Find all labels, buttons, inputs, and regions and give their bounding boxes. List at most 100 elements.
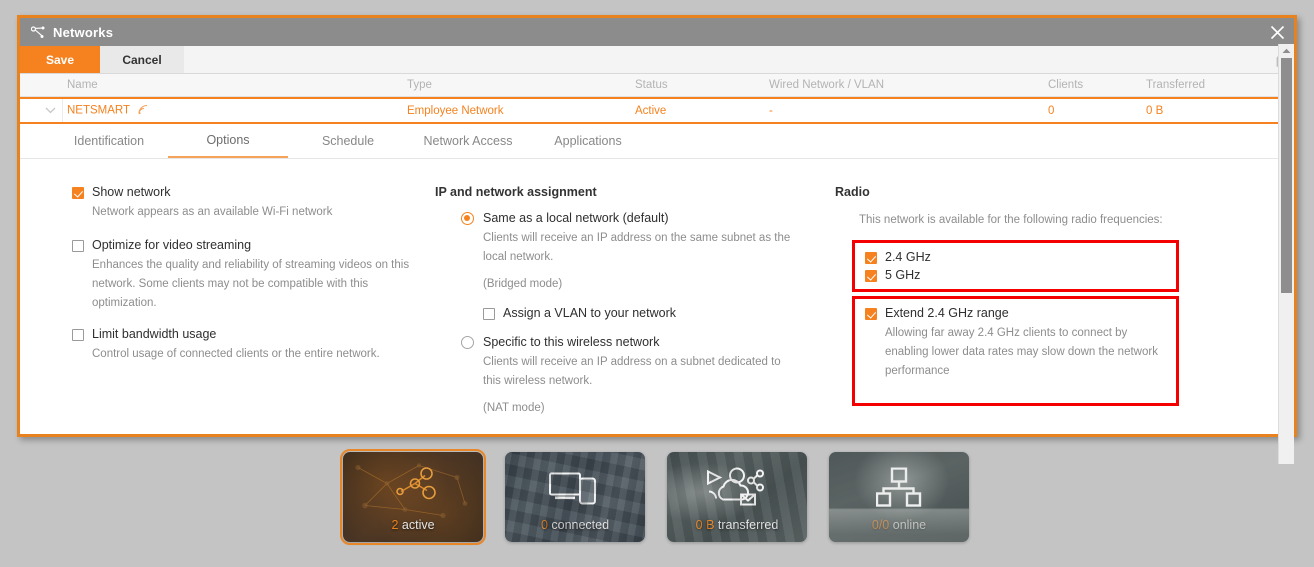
tile-active-networks[interactable]: 2 active (340, 449, 486, 545)
frequency-5ghz-checkbox[interactable] (865, 270, 877, 282)
frequency-5ghz-label: 5 GHz (885, 268, 921, 282)
modal-titlebar: Networks (20, 18, 1294, 46)
option-assign-vlan: Assign a VLAN to your network (483, 306, 835, 320)
table-header: Name Type Status Wired Network / VLAN Cl… (20, 74, 1294, 97)
wifi-icon (138, 104, 149, 117)
option-specific-wireless: Specific to this wireless network (461, 335, 835, 349)
tab-schedule[interactable]: Schedule (288, 124, 408, 158)
radio-frequencies-highlight: 2.4 GHz 5 GHz (852, 240, 1179, 292)
network-nodes-icon (30, 24, 46, 40)
radio-column: Radio This network is available for the … (835, 185, 1235, 464)
nat-mode-note: (NAT mode) (483, 402, 545, 414)
tab-applications[interactable]: Applications (528, 124, 648, 158)
specific-wireless-label: Specific to this wireless network (483, 335, 660, 349)
modal-title: Networks (53, 24, 114, 40)
table-row[interactable]: NETSMART Employee Network Active - 0 0 B (20, 97, 1294, 124)
column-header-vlan: Wired Network / VLAN (769, 79, 885, 91)
tile-online-label: 0/0 online (829, 518, 969, 532)
tab-options[interactable]: Options (168, 124, 288, 158)
tile-transferred-count: 0 B (695, 518, 715, 532)
cloud-share-icon (705, 467, 769, 512)
close-icon[interactable] (1260, 18, 1294, 46)
network-graph-icon (353, 453, 473, 526)
row-vlan-cell: - (769, 104, 773, 117)
tab-bar: Identification Options Schedule Network … (20, 124, 1294, 159)
same-local-network-description: Clients will receive an IP address on th… (483, 232, 791, 263)
row-type-cell: Employee Network (407, 104, 504, 117)
topology-icon (875, 467, 922, 512)
ip-assignment-column: IP and network assignment Same as a loca… (435, 185, 835, 464)
tile-transferred[interactable]: 0 B transferred (667, 452, 807, 542)
same-local-network-radio[interactable] (461, 212, 474, 225)
row-transferred-cell: 0 B (1146, 104, 1164, 117)
option-same-local-network: Same as a local network (default) (461, 211, 835, 225)
specific-wireless-description: Clients will receive an IP address on a … (483, 356, 781, 387)
tile-transferred-label: 0 B transferred (667, 518, 807, 532)
option-24ghz: 2.4 GHz (865, 250, 1166, 264)
row-status-cell: Active (635, 104, 667, 117)
assign-vlan-checkbox[interactable] (483, 308, 495, 320)
column-header-transferred: Transferred (1146, 79, 1206, 91)
tile-connected-count: 0 (540, 518, 548, 532)
tile-active-count: 2 (391, 518, 399, 532)
options-panel: Show network Network appears as an avail… (20, 44, 1294, 464)
tile-connected-label: 0 connected (505, 518, 645, 532)
optimize-video-checkbox[interactable] (72, 240, 84, 252)
column-header-type: Type (407, 79, 432, 91)
scrollbar-thumb[interactable] (1281, 58, 1292, 293)
extend-range-highlight: Extend 2.4 GHz range Allowing far away 2… (852, 296, 1179, 406)
show-network-checkbox[interactable] (72, 187, 84, 199)
radio-subtitle: This network is available for the follow… (859, 214, 1163, 226)
tile-online-text: online (892, 518, 927, 532)
tile-active-text: active (401, 518, 435, 532)
ip-assignment-title: IP and network assignment (435, 185, 597, 199)
status-tiles: 2 active 0 connected 0 B transferred 0/0… (340, 449, 969, 545)
column-header-clients: Clients (1048, 79, 1084, 91)
option-optimize-video: Optimize for video streaming Enhances th… (72, 238, 435, 313)
tile-devices-online[interactable]: 0/0 online (829, 452, 969, 542)
option-limit-bandwidth: Limit bandwidth usage Control usage of c… (72, 327, 435, 364)
tab-network-access[interactable]: Network Access (408, 124, 528, 158)
devices-icon (549, 470, 601, 509)
tile-transferred-text: transferred (717, 518, 779, 532)
limit-bandwidth-label: Limit bandwidth usage (92, 327, 217, 341)
show-network-description: Network appears as an available Wi-Fi ne… (92, 206, 333, 218)
same-local-network-label: Same as a local network (default) (483, 211, 669, 225)
option-5ghz: 5 GHz (865, 268, 1166, 282)
show-network-label: Show network (92, 185, 171, 199)
tile-veil (829, 452, 969, 542)
frequency-24ghz-checkbox[interactable] (865, 252, 877, 264)
extend-range-checkbox[interactable] (865, 308, 877, 320)
row-name-cell: NETSMART (67, 104, 149, 117)
modal-toolbar: Save Cancel (20, 46, 1294, 74)
extend-range-label: Extend 2.4 GHz range (885, 306, 1009, 320)
cancel-button[interactable]: Cancel (100, 46, 184, 73)
scroll-up-arrow-icon[interactable] (1279, 44, 1294, 58)
option-extend-range: Extend 2.4 GHz range (865, 306, 1166, 320)
bridged-mode-note: (Bridged mode) (483, 278, 563, 290)
option-show-network: Show network Network appears as an avail… (72, 185, 435, 222)
assign-vlan-label: Assign a VLAN to your network (503, 306, 676, 320)
limit-bandwidth-description: Control usage of connected clients or th… (92, 348, 380, 360)
tile-online-count: 0/0 (871, 518, 890, 532)
chevron-down-icon[interactable] (38, 99, 63, 122)
row-clients-cell: 0 (1048, 104, 1055, 117)
tile-connected-clients[interactable]: 0 connected (505, 452, 645, 542)
radio-title: Radio (835, 185, 870, 199)
tile-veil (667, 452, 807, 542)
extend-range-description: Allowing far away 2.4 GHz clients to con… (885, 327, 1158, 377)
networks-modal: Networks Save Cancel Name Type Status Wi… (17, 15, 1297, 464)
save-button[interactable]: Save (20, 46, 100, 73)
specific-wireless-radio[interactable] (461, 336, 474, 349)
network-options-column: Show network Network appears as an avail… (20, 185, 435, 464)
frequency-24ghz-label: 2.4 GHz (885, 250, 931, 264)
row-name-text: NETSMART (67, 104, 130, 116)
column-header-name: Name (67, 79, 98, 91)
tile-connected-text: connected (551, 518, 610, 532)
limit-bandwidth-checkbox[interactable] (72, 329, 84, 341)
optimize-video-description: Enhances the quality and reliability of … (92, 259, 410, 309)
optimize-video-label: Optimize for video streaming (92, 238, 252, 252)
tab-identification[interactable]: Identification (50, 124, 168, 158)
vertical-scrollbar[interactable] (1278, 44, 1294, 464)
